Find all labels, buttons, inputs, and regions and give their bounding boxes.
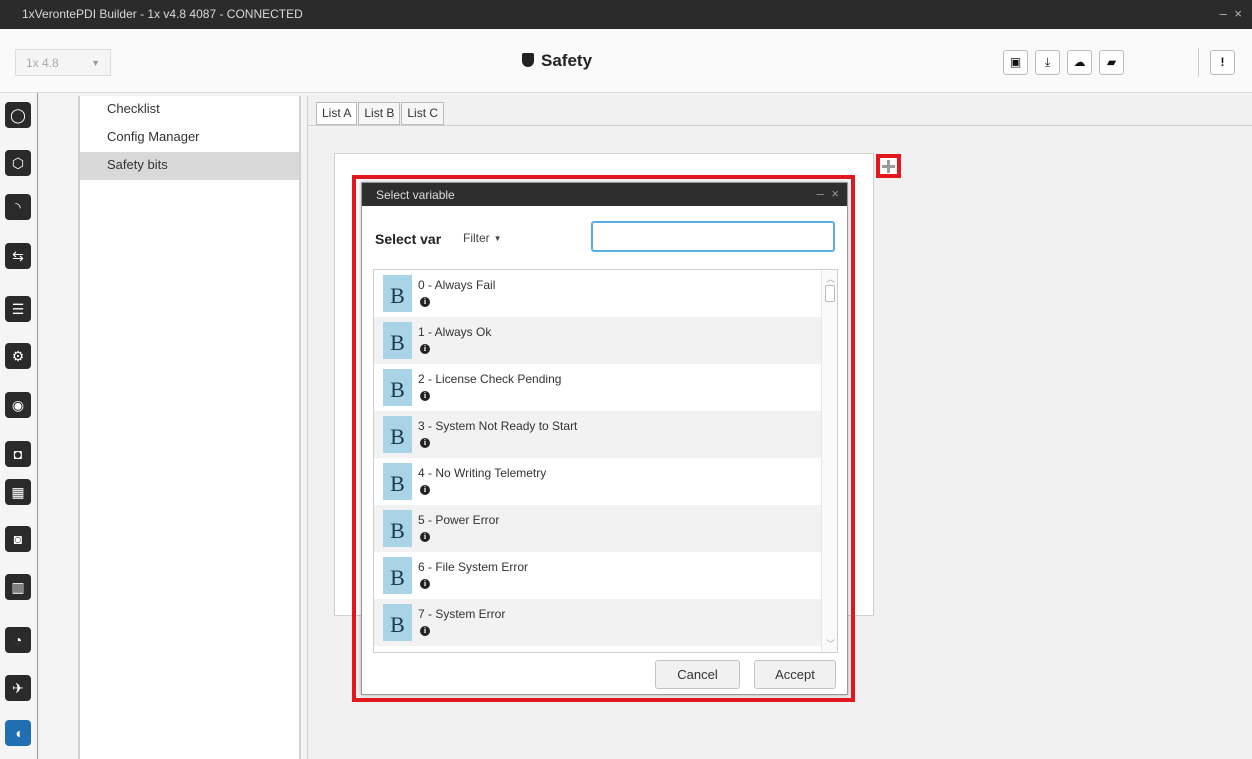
camera-icon[interactable]: ◙	[5, 526, 31, 552]
sub-navigation: Checklist Config Manager Safety bits	[78, 96, 301, 759]
info-icon[interactable]: i	[420, 438, 430, 448]
list-item-label: 7 - System Error	[418, 607, 506, 621]
open-folder-button[interactable]: ▰	[1099, 50, 1124, 75]
tab-list-b[interactable]: List B	[358, 102, 401, 125]
rss-icon[interactable]: ◝	[5, 194, 31, 220]
info-icon[interactable]: i	[420, 391, 430, 401]
list-item[interactable]: B 3 - System Not Ready to Start i	[374, 411, 821, 458]
list-tabs: List A List B List C	[316, 102, 445, 125]
page-title-text: Safety	[541, 51, 593, 70]
save-button[interactable]: ▣	[1003, 50, 1028, 75]
usb-icon[interactable]: ⇆	[5, 243, 31, 269]
toolbar-divider	[1198, 48, 1199, 77]
list-item[interactable]: B 7 - System Error i	[374, 599, 821, 646]
variable-list: B7 - System Error i B 6 - File System Error…	[373, 269, 838, 653]
dialog-title: Select variable	[376, 188, 455, 202]
boolean-type-icon: B	[383, 322, 412, 359]
tab-underline	[308, 125, 1252, 126]
scroll-thumb[interactable]	[825, 285, 835, 302]
list-item[interactable]: B 1 - Always Ok i	[374, 317, 821, 364]
boolean-type-icon: B	[383, 604, 412, 641]
list-item-label: 6 - File System Error	[418, 560, 529, 574]
version-value: 1x 4.8	[26, 56, 59, 70]
list-item[interactable]: B 2 - License Check Pending i	[374, 364, 821, 411]
list-item[interactable]: B 4 - No Writing Telemetry i	[374, 458, 821, 505]
boolean-type-icon: B	[383, 275, 412, 312]
select-var-label: Select var	[375, 231, 442, 247]
boolean-type-icon: B	[383, 510, 412, 547]
save-icon: ▣	[1009, 55, 1022, 69]
list-item[interactable]: B 5 - Power Error i	[374, 505, 821, 552]
iconbar-divider	[37, 93, 38, 759]
list-item[interactable]: B 0 - Always Fail i	[374, 270, 821, 317]
alert-button[interactable]: !	[1210, 50, 1235, 75]
window-controls[interactable]: – ×	[1220, 6, 1244, 21]
list-item[interactable]: B 6 - File System Error i	[374, 552, 821, 599]
list-item-label: 1 - Always Ok	[418, 325, 492, 339]
hexagon-icon[interactable]: ⬡	[5, 150, 31, 176]
nav-item-checklist[interactable]: Checklist	[80, 96, 299, 124]
tab-list-a[interactable]: List A	[316, 102, 358, 125]
boolean-type-icon: B	[383, 557, 412, 594]
dialog-titlebar: Select variable – ×	[362, 183, 847, 206]
alert-icon: !	[1220, 55, 1225, 69]
list-item-label: 3 - System Not Ready to Start	[418, 419, 578, 433]
window-title: 1xVerontePDI Builder - 1x v4.8 4087 - CO…	[22, 7, 303, 21]
shield-icon	[522, 53, 534, 67]
search-input[interactable]	[591, 221, 835, 252]
version-select[interactable]: 1x 4.8 ▼	[15, 49, 111, 76]
dialog-window-controls[interactable]: – ×	[817, 186, 841, 201]
select-variable-dialog: Select variable – × Select var Filter ▼ B…	[361, 182, 848, 695]
info-icon[interactable]: i	[420, 579, 430, 589]
nav-item-label: Checklist	[107, 101, 160, 116]
module-iconbar: ◯ ⬡ ◝ ⇆ ☰ ⚙ ◉ ◘ ▦ ◙ ▥ ◔ ✈ ◖	[0, 93, 37, 759]
download-button[interactable]: ⤓	[1035, 50, 1060, 75]
nav-item-label: Config Manager	[107, 129, 200, 144]
sliders-icon[interactable]: ☰	[5, 296, 31, 322]
plane-icon[interactable]: ✈	[5, 675, 31, 701]
boolean-type-icon: B	[383, 416, 412, 453]
nav-item-label: Safety bits	[107, 157, 168, 172]
window-titlebar: 1xVerontePDI Builder - 1x v4.8 4087 - CO…	[0, 0, 1252, 29]
scroll-up-icon[interactable]: ︿	[826, 272, 835, 285]
boolean-type-icon: B	[383, 463, 412, 500]
nav-item-safety-bits[interactable]: Safety bits	[80, 152, 299, 180]
list-item-label: 0 - Always Fail	[418, 278, 496, 292]
chevron-down-icon: ▼	[493, 234, 502, 243]
accept-button[interactable]: Accept	[754, 660, 836, 689]
cogs-icon[interactable]: ⚙	[5, 343, 31, 369]
info-icon[interactable]: i	[420, 532, 430, 542]
info-icon[interactable]: i	[420, 485, 430, 495]
download-icon: ⤓	[1044, 55, 1051, 69]
tachometer-icon[interactable]: ◔	[5, 627, 31, 653]
tab-list-c[interactable]: List C	[401, 102, 445, 125]
filter-label: Filter	[463, 231, 490, 245]
nav-item-config-manager[interactable]: Config Manager	[80, 124, 299, 152]
list-item-label: 4 - No Writing Telemetry	[418, 466, 547, 480]
power-icon[interactable]: ◯	[5, 102, 31, 128]
podcast-icon[interactable]: ◉	[5, 392, 31, 418]
cloud-upload-icon: ☁	[1073, 55, 1086, 69]
chart-icon[interactable]: ▥	[5, 574, 31, 600]
grid-icon[interactable]: ▦	[5, 479, 31, 505]
list-item-label: 2 - License Check Pending	[418, 372, 562, 386]
list-item-label: 5 - Power Error	[418, 513, 500, 527]
list-scrollbar[interactable]: ︿ ﹀	[821, 270, 837, 652]
chevron-down-icon: ▼	[91, 58, 100, 68]
shield-icon[interactable]: ◖	[5, 720, 31, 746]
cloud-upload-button[interactable]: ☁	[1067, 50, 1092, 75]
gamepad-icon[interactable]: ◘	[5, 441, 31, 467]
scroll-down-icon[interactable]: ﹀	[826, 637, 835, 650]
info-icon[interactable]: i	[420, 297, 430, 307]
page-title: Safety	[522, 51, 592, 71]
info-icon[interactable]: i	[420, 626, 430, 636]
cancel-button[interactable]: Cancel	[655, 660, 740, 689]
toolbar: 1x 4.8 ▼ Safety ▣ ⤓ ☁ ▰ !	[0, 29, 1252, 93]
info-icon[interactable]: i	[420, 344, 430, 354]
folder-open-icon: ▰	[1106, 55, 1117, 69]
filter-dropdown[interactable]: Filter ▼	[463, 231, 502, 245]
add-variable-button[interactable]	[876, 154, 901, 178]
boolean-type-icon: B	[383, 369, 412, 406]
